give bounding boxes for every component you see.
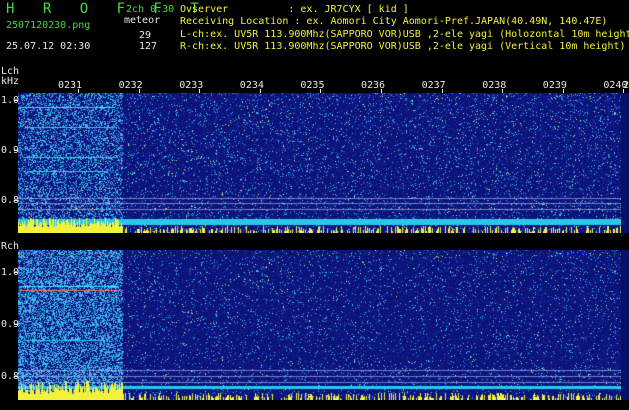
time-tick-mark bbox=[78, 89, 79, 93]
lch-freq-tick-mark bbox=[14, 200, 18, 201]
observer-line: Ovserver : ex. JR7CYX [ kid ] bbox=[180, 4, 409, 15]
time-tick-mark bbox=[138, 89, 140, 93]
khz-label: kHz bbox=[1, 76, 20, 87]
file-name: 2507120230.png bbox=[6, 20, 91, 31]
time-tick-mark bbox=[502, 89, 504, 93]
rch-label: Rch bbox=[1, 241, 20, 252]
rch-right-strip bbox=[621, 250, 629, 400]
time-tick-mark bbox=[562, 89, 564, 93]
rch-equipment-line: R-ch:ex. UV5R 113.900Mhz(SAPPORO VOR)USB… bbox=[180, 41, 626, 52]
time-tick-mark bbox=[259, 89, 261, 93]
hrofft-window: H R O F F T 2ch 0.30 2507120230.png mete… bbox=[0, 0, 629, 410]
lch-freq-tick-mark bbox=[14, 100, 18, 101]
rch-freq-tick-mark bbox=[14, 376, 18, 377]
rch-meteor-count: 127 bbox=[139, 41, 158, 52]
meteor-label: meteor bbox=[124, 15, 161, 26]
lch-meteor-count: 29 bbox=[139, 30, 152, 41]
rch-spectrogram bbox=[18, 250, 621, 400]
rch-freq-tick-mark bbox=[14, 324, 18, 325]
location-line: Receiving Location : ex. Aomori City Aom… bbox=[180, 16, 608, 27]
time-tick-mark bbox=[441, 89, 443, 93]
rch-spectrogram-canvas bbox=[18, 250, 621, 400]
datetime: 25.07.12 02:30 bbox=[6, 41, 91, 52]
mode-label: 2ch 0.30 bbox=[126, 4, 175, 15]
lch-equipment-line: L-ch:ex. UV5R 113.900Mhz(SAPPORO VOR)USB… bbox=[180, 29, 629, 40]
time-tick-mark bbox=[381, 89, 382, 93]
lch-spectrogram bbox=[18, 93, 621, 233]
lch-spectrogram-canvas bbox=[18, 93, 621, 233]
lch-freq-tick-mark bbox=[14, 150, 18, 151]
lch-right-strip bbox=[621, 93, 629, 233]
time-tick-mark bbox=[320, 89, 322, 93]
time-tick-mark bbox=[199, 89, 201, 93]
time-tick-label-extra: 2 bbox=[623, 80, 629, 91]
rch-freq-tick-mark bbox=[14, 272, 18, 273]
app-title: H R O F F T bbox=[6, 1, 209, 17]
